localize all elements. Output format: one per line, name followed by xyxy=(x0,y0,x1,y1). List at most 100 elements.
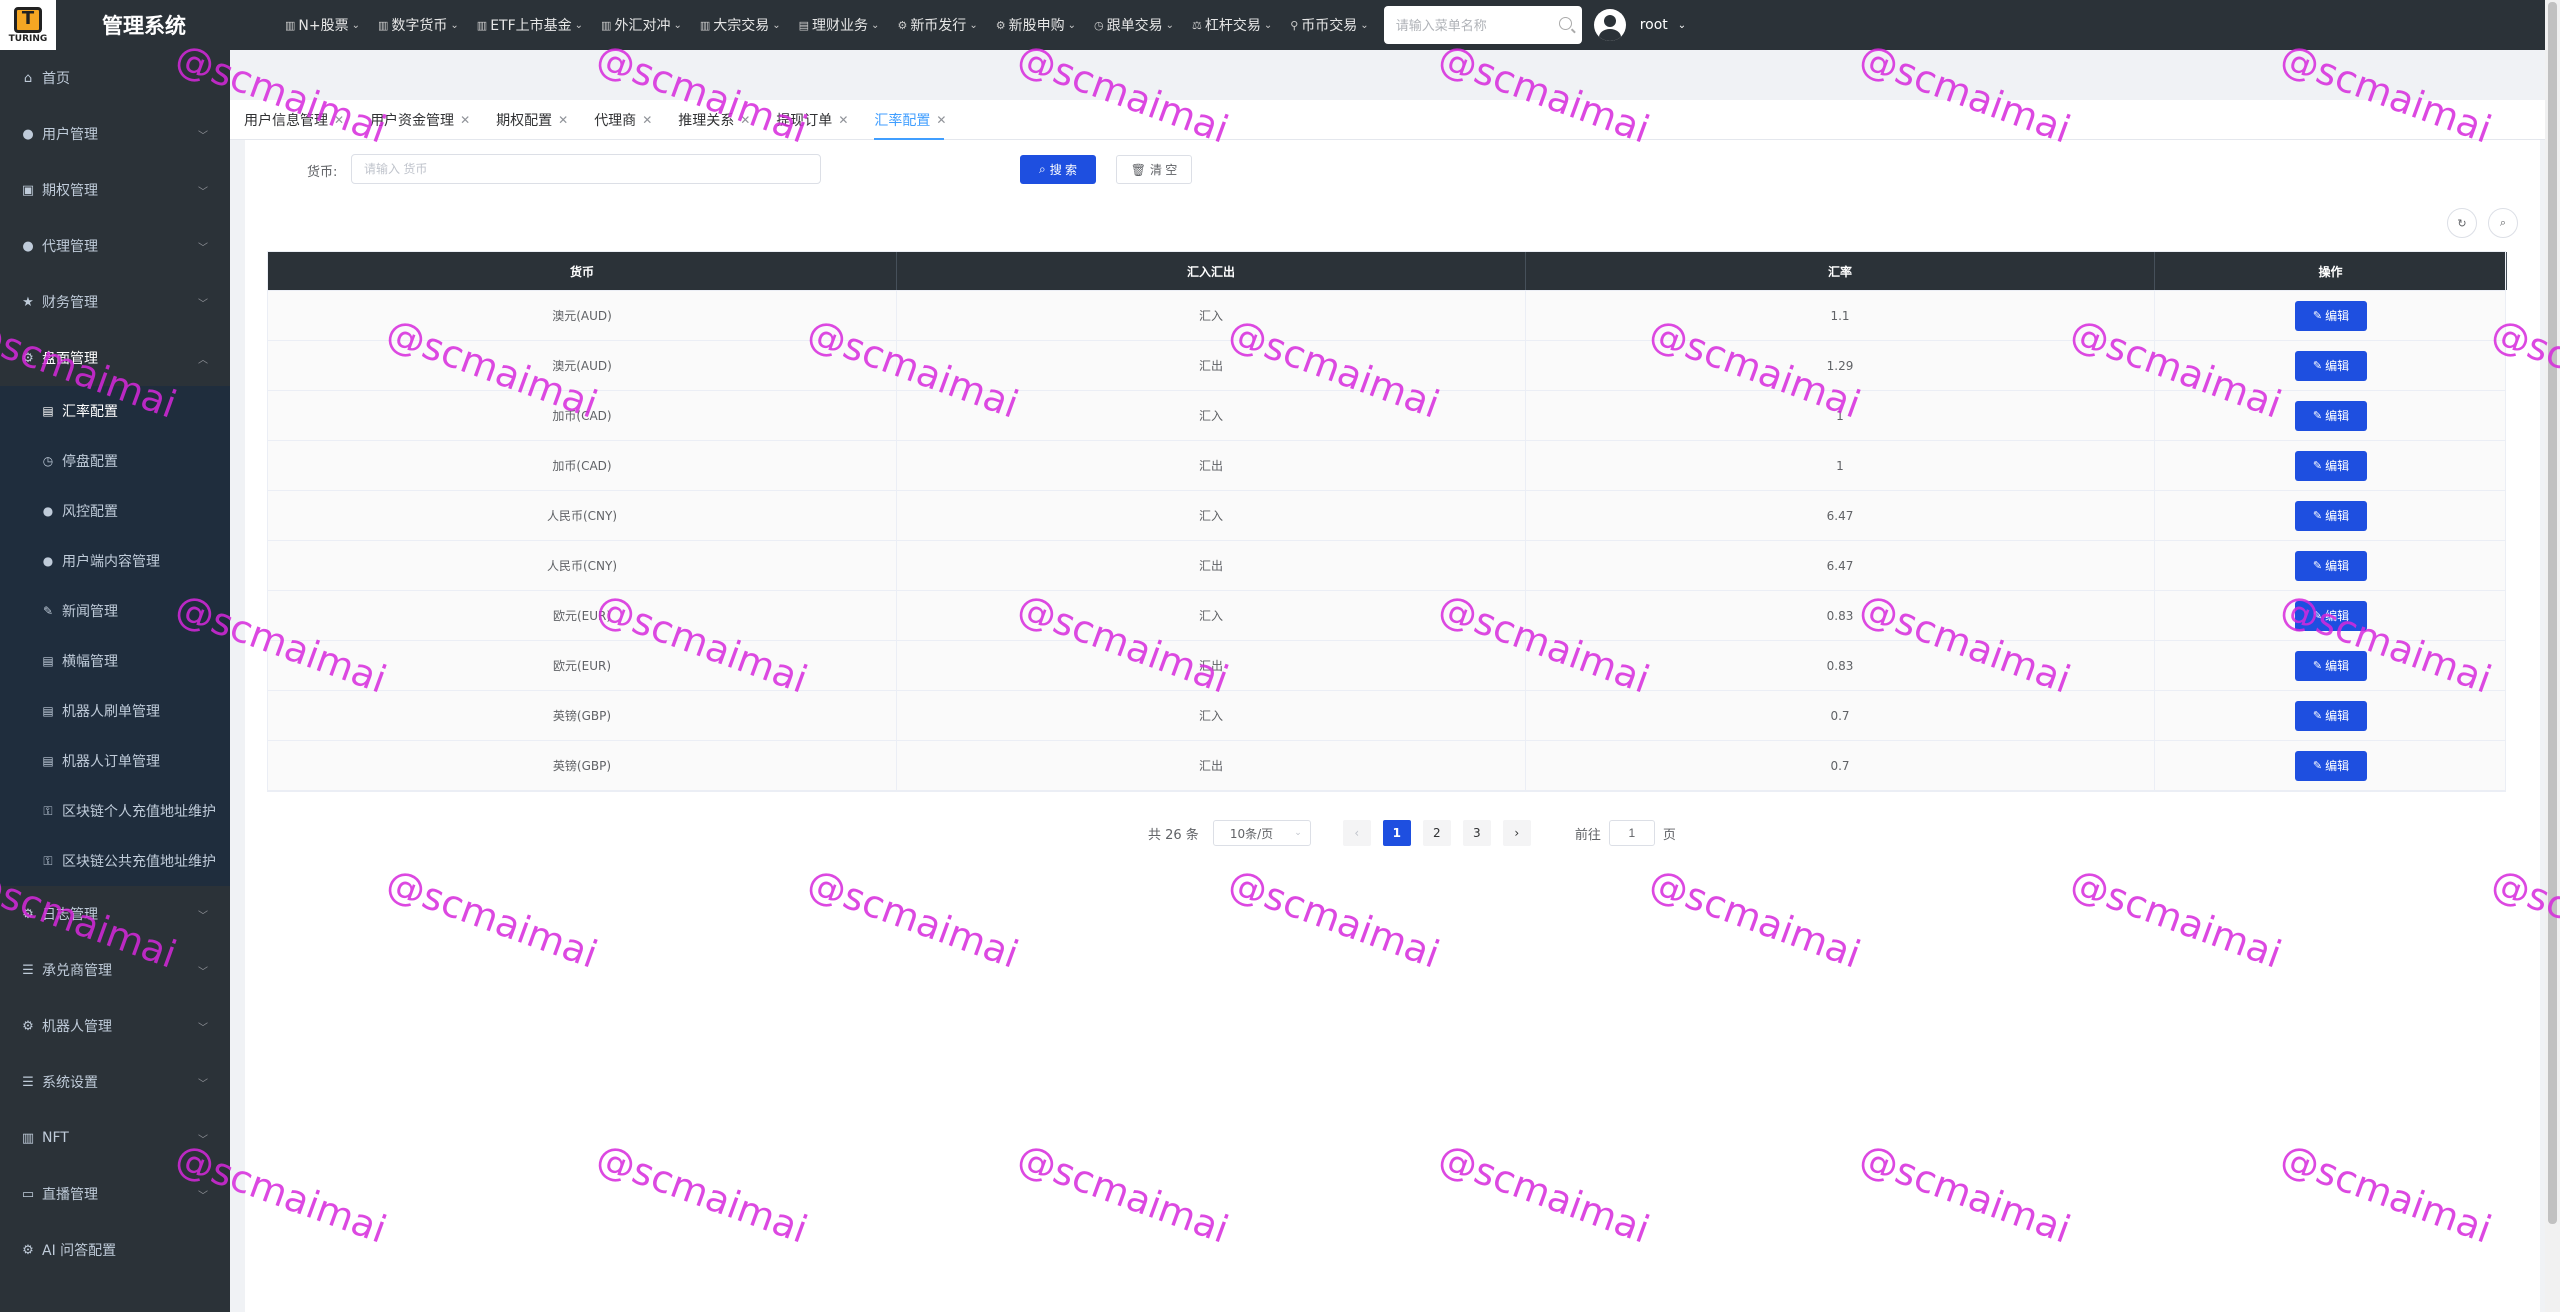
clear-button-label: 清 空 xyxy=(1149,163,1178,177)
close-icon[interactable]: ✕ xyxy=(936,113,946,127)
topnav-item-1[interactable]: ▥ 数字货币 ⌄ xyxy=(369,0,468,50)
sidebar-item-1[interactable]: ● 用户管理 ﹀ xyxy=(0,106,230,162)
sidebar-subitem-6[interactable]: ▤ 机器人刷单管理 xyxy=(0,686,230,736)
search-button[interactable]: ⌕ 搜 索 xyxy=(1020,155,1096,184)
cell-direction: 汇入 xyxy=(897,491,1526,540)
topnav-item-8[interactable]: ◷ 跟单交易 ⌄ xyxy=(1085,0,1183,50)
topnav-item-5[interactable]: ▤ 理财业务 ⌄ xyxy=(790,0,889,50)
topnav-item-2[interactable]: ▥ ETF上市基金 ⌄ xyxy=(468,0,592,50)
page-2[interactable]: 2 xyxy=(1422,820,1451,846)
total-count: 共 26 条 xyxy=(1148,827,1199,843)
sidebar-subitem-8[interactable]: ⚿ 区块链个人充值地址维护 xyxy=(0,786,230,836)
refresh-icon[interactable]: ↻ xyxy=(2447,208,2477,238)
edit-button-label: 编辑 xyxy=(2325,709,2350,723)
edit-icon: ✎ xyxy=(2312,360,2323,372)
tab-4[interactable]: 推理关系 ✕ xyxy=(664,100,762,140)
tab-5[interactable]: 提现订单 ✕ xyxy=(762,100,860,140)
clear-button[interactable]: 🗑 清 空 xyxy=(1116,155,1192,184)
tab-3[interactable]: 代理商 ✕ xyxy=(580,100,664,140)
tab-6[interactable]: 汇率配置 ✕ xyxy=(860,100,958,140)
edit-icon: ✎ xyxy=(42,604,54,618)
topnav-item-10[interactable]: ⚲ 币币交易 ⌄ xyxy=(1281,0,1377,50)
next-page-button[interactable]: › xyxy=(1502,820,1531,846)
sidebar-item-3[interactable]: ● 代理管理 ﹀ xyxy=(0,218,230,274)
topnav-item-9[interactable]: ⚖ 杠杆交易 ⌄ xyxy=(1183,0,1281,50)
tab-2[interactable]: 期权配置 ✕ xyxy=(482,100,580,140)
tab-label: 推理关系 xyxy=(678,112,735,129)
menu-search-input[interactable] xyxy=(1395,17,1570,33)
page-scrollbar[interactable] xyxy=(2545,0,2560,1312)
sidebar-subitem-3[interactable]: ● 用户端内容管理 xyxy=(0,536,230,586)
edit-button[interactable]: ✎ 编辑 xyxy=(2295,350,2367,381)
document-icon: ▤ xyxy=(42,654,54,668)
close-icon[interactable]: ✕ xyxy=(558,113,568,127)
sidebar-item-b0[interactable]: ⚙ 日志管理 ﹀ xyxy=(0,886,230,942)
sidebar-subitem-4[interactable]: ✎ 新闻管理 xyxy=(0,586,230,636)
edit-button[interactable]: ✎ 编辑 xyxy=(2295,500,2367,531)
sidebar-item-label: AI 问答配置 xyxy=(42,1243,117,1259)
edit-button[interactable]: ✎ 编辑 xyxy=(2295,300,2367,331)
user-menu[interactable]: root ⌄ xyxy=(1593,9,1686,41)
cell-currency: 欧元(EUR) xyxy=(268,641,897,690)
search-icon[interactable] xyxy=(1558,17,1572,30)
edit-button[interactable]: ✎ 编辑 xyxy=(2295,750,2367,781)
close-icon[interactable]: ✕ xyxy=(642,113,652,127)
chart-icon: ▥ xyxy=(21,1130,35,1146)
chevron-down-icon[interactable]: ⌄ xyxy=(1678,20,1686,31)
cell-rate: 0.7 xyxy=(1526,691,2155,740)
goto-page-input[interactable] xyxy=(1608,820,1655,846)
sidebar-subitem-9[interactable]: ⚿ 区块链公共充值地址维护 xyxy=(0,836,230,886)
sidebar-item-b1[interactable]: ☰ 承兑商管理 ﹀ xyxy=(0,942,230,998)
menu-search-box[interactable] xyxy=(1383,6,1582,44)
sidebar-subitem-5[interactable]: ▤ 横幅管理 xyxy=(0,636,230,686)
sidebar-item-4[interactable]: ★ 财务管理 ﹀ xyxy=(0,274,230,330)
sidebar-item-0[interactable]: ⌂ 首页 xyxy=(0,50,230,106)
sidebar-item-b6[interactable]: ⚙ AI 问答配置 xyxy=(0,1222,230,1278)
sidebar-item-b3[interactable]: ☰ 系统设置 ﹀ xyxy=(0,1054,230,1110)
tab-1[interactable]: 用户资金管理 ✕ xyxy=(356,100,482,140)
table-row: 英镑(GBP) 汇入 0.7 ✎ 编辑 xyxy=(268,691,2505,741)
topnav-item-0[interactable]: ▥ N+股票 ⌄ xyxy=(276,0,369,50)
edit-button[interactable]: ✎ 编辑 xyxy=(2295,550,2367,581)
sidebar-item-5[interactable]: ⚙ 盘面管理 ︿ xyxy=(0,330,230,386)
document-icon: ▤ xyxy=(42,404,54,418)
search-toggle-icon[interactable]: ⌕ xyxy=(2488,208,2518,238)
tab-0[interactable]: 用户信息管理 ✕ xyxy=(230,100,356,140)
avatar[interactable] xyxy=(1593,9,1626,41)
close-icon[interactable]: ✕ xyxy=(740,113,750,127)
close-icon[interactable]: ✕ xyxy=(334,113,344,127)
sidebar-item-b5[interactable]: ▭ 直播管理 ﹀ xyxy=(0,1166,230,1222)
scrollbar-thumb[interactable] xyxy=(2548,2,2557,1224)
sidebar-subitem-0[interactable]: ▤ 汇率配置 xyxy=(0,386,230,436)
close-icon[interactable]: ✕ xyxy=(460,113,470,127)
topnav-item-3[interactable]: ▥ 外汇对冲 ⌄ xyxy=(592,0,691,50)
page-3[interactable]: 3 xyxy=(1462,820,1491,846)
page-size-select[interactable]: 10条/页 ⌄ xyxy=(1212,820,1311,846)
cell-currency: 人民币(CNY) xyxy=(268,491,897,540)
page-1[interactable]: 1 xyxy=(1382,820,1411,846)
edit-button[interactable]: ✎ 编辑 xyxy=(2295,700,2367,731)
currency-input[interactable] xyxy=(351,154,821,184)
document-icon: ▤ xyxy=(42,704,54,718)
close-icon[interactable]: ✕ xyxy=(838,113,848,127)
topnav-item-7[interactable]: ⚙ 新股申购 ⌄ xyxy=(987,0,1085,50)
search-icon: ⌕ xyxy=(1038,162,1046,176)
scale-icon: ⚖ xyxy=(1191,18,1202,32)
sidebar-item-b2[interactable]: ⚙ 机器人管理 ﹀ xyxy=(0,998,230,1054)
username[interactable]: root xyxy=(1640,17,1668,33)
topnav-item-4[interactable]: ▥ 大宗交易 ⌄ xyxy=(691,0,790,50)
edit-button[interactable]: ✎ 编辑 xyxy=(2295,650,2367,681)
edit-button[interactable]: ✎ 编辑 xyxy=(2295,600,2367,631)
edit-button[interactable]: ✎ 编辑 xyxy=(2295,450,2367,481)
prev-page-button[interactable]: ‹ xyxy=(1342,820,1371,846)
topnav-item-6[interactable]: ⚙ 新币发行 ⌄ xyxy=(888,0,986,50)
sidebar-item-b4[interactable]: ▥ NFT ﹀ xyxy=(0,1110,230,1166)
sidebar-subitem-2[interactable]: ● 风控配置 xyxy=(0,486,230,536)
topnav-label: 大宗交易 xyxy=(713,18,770,34)
sidebar-subitem-7[interactable]: ▤ 机器人订单管理 xyxy=(0,736,230,786)
edit-button[interactable]: ✎ 编辑 xyxy=(2295,400,2367,431)
cell-direction: 汇入 xyxy=(897,691,1526,740)
sidebar-subitem-1[interactable]: ◷ 停盘配置 xyxy=(0,436,230,486)
tab-label: 期权配置 xyxy=(496,112,553,129)
sidebar-item-2[interactable]: ▣ 期权管理 ﹀ xyxy=(0,162,230,218)
